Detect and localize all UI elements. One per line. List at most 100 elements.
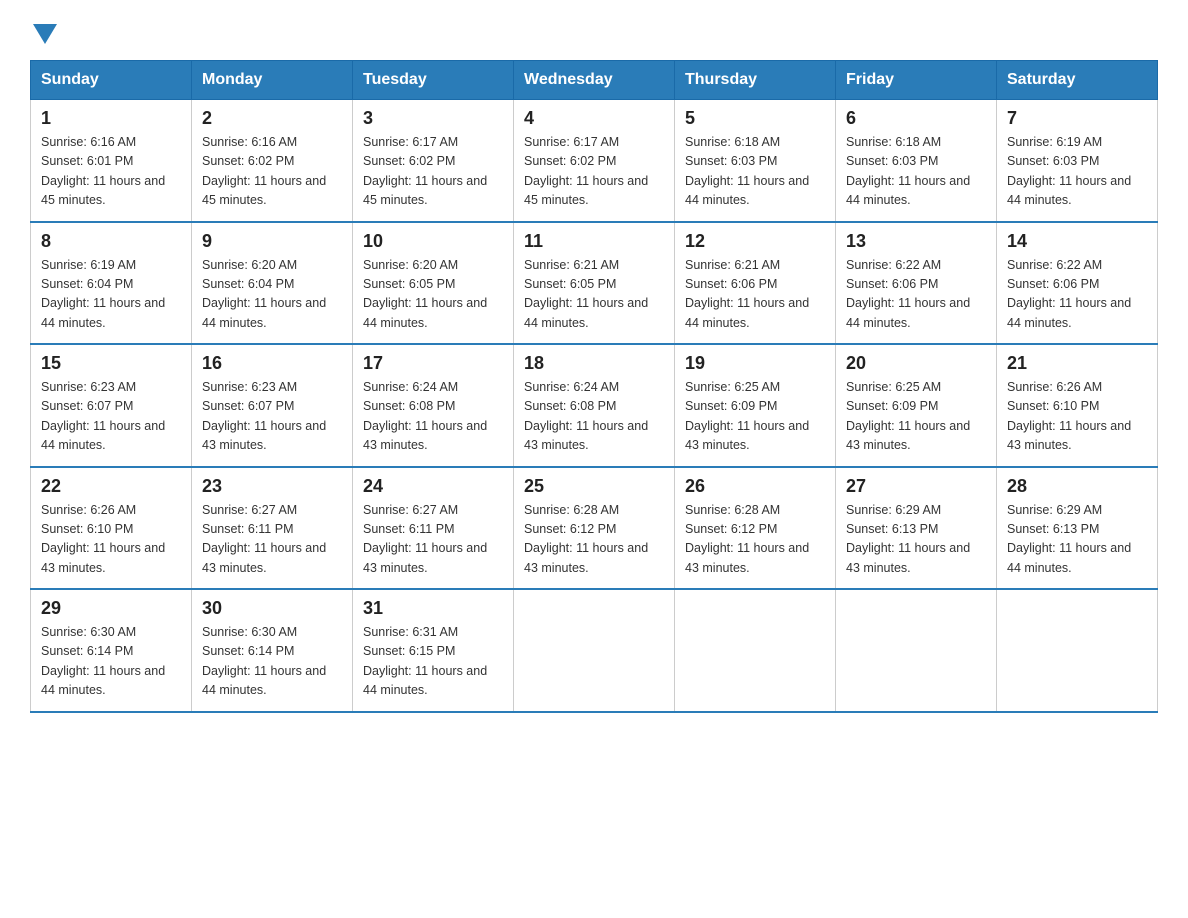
week-row-3: 15 Sunrise: 6:23 AM Sunset: 6:07 PM Dayl…	[31, 344, 1158, 467]
day-cell: 25 Sunrise: 6:28 AM Sunset: 6:12 PM Dayl…	[514, 467, 675, 590]
day-cell: 13 Sunrise: 6:22 AM Sunset: 6:06 PM Dayl…	[836, 222, 997, 345]
day-number: 17	[363, 353, 503, 374]
day-info: Sunrise: 6:30 AM Sunset: 6:14 PM Dayligh…	[202, 623, 342, 701]
week-row-4: 22 Sunrise: 6:26 AM Sunset: 6:10 PM Dayl…	[31, 467, 1158, 590]
day-info: Sunrise: 6:30 AM Sunset: 6:14 PM Dayligh…	[41, 623, 181, 701]
day-cell: 7 Sunrise: 6:19 AM Sunset: 6:03 PM Dayli…	[997, 100, 1158, 222]
day-info: Sunrise: 6:25 AM Sunset: 6:09 PM Dayligh…	[846, 378, 986, 456]
day-cell: 5 Sunrise: 6:18 AM Sunset: 6:03 PM Dayli…	[675, 100, 836, 222]
day-cell: 16 Sunrise: 6:23 AM Sunset: 6:07 PM Dayl…	[192, 344, 353, 467]
day-info: Sunrise: 6:26 AM Sunset: 6:10 PM Dayligh…	[1007, 378, 1147, 456]
day-number: 20	[846, 353, 986, 374]
day-number: 30	[202, 598, 342, 619]
day-number: 24	[363, 476, 503, 497]
day-cell: 22 Sunrise: 6:26 AM Sunset: 6:10 PM Dayl…	[31, 467, 192, 590]
day-number: 21	[1007, 353, 1147, 374]
day-number: 14	[1007, 231, 1147, 252]
day-cell: 9 Sunrise: 6:20 AM Sunset: 6:04 PM Dayli…	[192, 222, 353, 345]
day-info: Sunrise: 6:17 AM Sunset: 6:02 PM Dayligh…	[363, 133, 503, 211]
day-info: Sunrise: 6:20 AM Sunset: 6:05 PM Dayligh…	[363, 256, 503, 334]
day-info: Sunrise: 6:23 AM Sunset: 6:07 PM Dayligh…	[202, 378, 342, 456]
day-info: Sunrise: 6:20 AM Sunset: 6:04 PM Dayligh…	[202, 256, 342, 334]
header-tuesday: Tuesday	[353, 61, 514, 100]
day-info: Sunrise: 6:31 AM Sunset: 6:15 PM Dayligh…	[363, 623, 503, 701]
day-info: Sunrise: 6:21 AM Sunset: 6:05 PM Dayligh…	[524, 256, 664, 334]
day-info: Sunrise: 6:19 AM Sunset: 6:03 PM Dayligh…	[1007, 133, 1147, 211]
calendar-header: SundayMondayTuesdayWednesdayThursdayFrid…	[31, 61, 1158, 100]
page-header	[30, 20, 1158, 42]
day-cell: 30 Sunrise: 6:30 AM Sunset: 6:14 PM Dayl…	[192, 589, 353, 712]
day-number: 16	[202, 353, 342, 374]
day-cell: 11 Sunrise: 6:21 AM Sunset: 6:05 PM Dayl…	[514, 222, 675, 345]
day-number: 19	[685, 353, 825, 374]
header-sunday: Sunday	[31, 61, 192, 100]
day-info: Sunrise: 6:29 AM Sunset: 6:13 PM Dayligh…	[1007, 501, 1147, 579]
day-cell: 12 Sunrise: 6:21 AM Sunset: 6:06 PM Dayl…	[675, 222, 836, 345]
day-info: Sunrise: 6:18 AM Sunset: 6:03 PM Dayligh…	[846, 133, 986, 211]
calendar-table: SundayMondayTuesdayWednesdayThursdayFrid…	[30, 60, 1158, 713]
day-number: 23	[202, 476, 342, 497]
day-number: 7	[1007, 108, 1147, 129]
day-info: Sunrise: 6:24 AM Sunset: 6:08 PM Dayligh…	[363, 378, 503, 456]
day-cell	[836, 589, 997, 712]
header-row: SundayMondayTuesdayWednesdayThursdayFrid…	[31, 61, 1158, 100]
day-info: Sunrise: 6:25 AM Sunset: 6:09 PM Dayligh…	[685, 378, 825, 456]
day-cell: 29 Sunrise: 6:30 AM Sunset: 6:14 PM Dayl…	[31, 589, 192, 712]
day-cell: 3 Sunrise: 6:17 AM Sunset: 6:02 PM Dayli…	[353, 100, 514, 222]
logo-triangle-icon	[33, 24, 57, 44]
day-info: Sunrise: 6:17 AM Sunset: 6:02 PM Dayligh…	[524, 133, 664, 211]
day-cell	[675, 589, 836, 712]
day-cell: 21 Sunrise: 6:26 AM Sunset: 6:10 PM Dayl…	[997, 344, 1158, 467]
day-info: Sunrise: 6:23 AM Sunset: 6:07 PM Dayligh…	[41, 378, 181, 456]
day-cell	[514, 589, 675, 712]
week-row-5: 29 Sunrise: 6:30 AM Sunset: 6:14 PM Dayl…	[31, 589, 1158, 712]
day-cell: 26 Sunrise: 6:28 AM Sunset: 6:12 PM Dayl…	[675, 467, 836, 590]
day-number: 5	[685, 108, 825, 129]
header-saturday: Saturday	[997, 61, 1158, 100]
day-number: 15	[41, 353, 181, 374]
day-number: 25	[524, 476, 664, 497]
day-cell: 6 Sunrise: 6:18 AM Sunset: 6:03 PM Dayli…	[836, 100, 997, 222]
day-cell: 18 Sunrise: 6:24 AM Sunset: 6:08 PM Dayl…	[514, 344, 675, 467]
day-info: Sunrise: 6:16 AM Sunset: 6:02 PM Dayligh…	[202, 133, 342, 211]
calendar-body: 1 Sunrise: 6:16 AM Sunset: 6:01 PM Dayli…	[31, 100, 1158, 712]
day-number: 27	[846, 476, 986, 497]
day-number: 1	[41, 108, 181, 129]
day-cell: 10 Sunrise: 6:20 AM Sunset: 6:05 PM Dayl…	[353, 222, 514, 345]
day-number: 8	[41, 231, 181, 252]
day-cell: 14 Sunrise: 6:22 AM Sunset: 6:06 PM Dayl…	[997, 222, 1158, 345]
day-info: Sunrise: 6:19 AM Sunset: 6:04 PM Dayligh…	[41, 256, 181, 334]
day-info: Sunrise: 6:24 AM Sunset: 6:08 PM Dayligh…	[524, 378, 664, 456]
day-cell: 8 Sunrise: 6:19 AM Sunset: 6:04 PM Dayli…	[31, 222, 192, 345]
day-number: 22	[41, 476, 181, 497]
day-cell: 24 Sunrise: 6:27 AM Sunset: 6:11 PM Dayl…	[353, 467, 514, 590]
header-thursday: Thursday	[675, 61, 836, 100]
day-cell: 15 Sunrise: 6:23 AM Sunset: 6:07 PM Dayl…	[31, 344, 192, 467]
day-number: 4	[524, 108, 664, 129]
day-info: Sunrise: 6:28 AM Sunset: 6:12 PM Dayligh…	[685, 501, 825, 579]
day-number: 2	[202, 108, 342, 129]
day-cell: 19 Sunrise: 6:25 AM Sunset: 6:09 PM Dayl…	[675, 344, 836, 467]
day-cell: 17 Sunrise: 6:24 AM Sunset: 6:08 PM Dayl…	[353, 344, 514, 467]
day-info: Sunrise: 6:27 AM Sunset: 6:11 PM Dayligh…	[363, 501, 503, 579]
day-info: Sunrise: 6:22 AM Sunset: 6:06 PM Dayligh…	[1007, 256, 1147, 334]
day-cell: 1 Sunrise: 6:16 AM Sunset: 6:01 PM Dayli…	[31, 100, 192, 222]
day-number: 28	[1007, 476, 1147, 497]
day-cell: 4 Sunrise: 6:17 AM Sunset: 6:02 PM Dayli…	[514, 100, 675, 222]
day-cell: 2 Sunrise: 6:16 AM Sunset: 6:02 PM Dayli…	[192, 100, 353, 222]
day-number: 18	[524, 353, 664, 374]
day-number: 9	[202, 231, 342, 252]
logo-general	[30, 20, 57, 44]
day-info: Sunrise: 6:27 AM Sunset: 6:11 PM Dayligh…	[202, 501, 342, 579]
day-cell: 28 Sunrise: 6:29 AM Sunset: 6:13 PM Dayl…	[997, 467, 1158, 590]
day-info: Sunrise: 6:18 AM Sunset: 6:03 PM Dayligh…	[685, 133, 825, 211]
day-number: 26	[685, 476, 825, 497]
header-wednesday: Wednesday	[514, 61, 675, 100]
header-friday: Friday	[836, 61, 997, 100]
day-cell	[997, 589, 1158, 712]
day-number: 29	[41, 598, 181, 619]
day-cell: 20 Sunrise: 6:25 AM Sunset: 6:09 PM Dayl…	[836, 344, 997, 467]
day-info: Sunrise: 6:28 AM Sunset: 6:12 PM Dayligh…	[524, 501, 664, 579]
day-number: 13	[846, 231, 986, 252]
logo	[30, 20, 57, 42]
